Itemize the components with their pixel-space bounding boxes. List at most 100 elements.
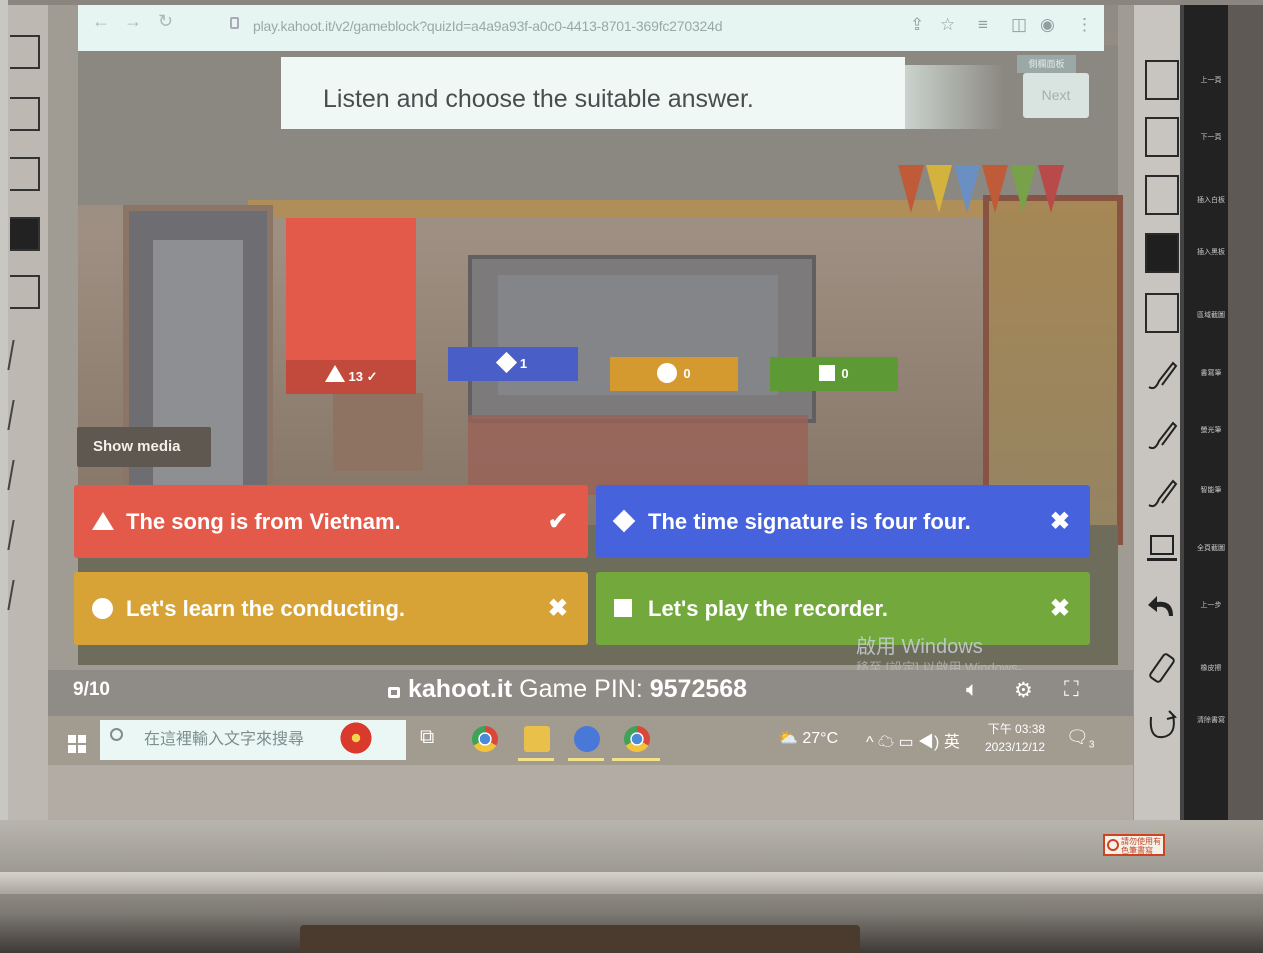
answer-triangle[interactable]: The song is from Vietnam. ✔ [74, 485, 588, 558]
system-tray[interactable]: ^ ☁ ▭ ◀) 英 [866, 728, 960, 752]
wrong-cross-icon: ✖ [547, 595, 568, 622]
triangle-icon [92, 512, 114, 530]
question-title: Listen and choose the suitable answer. [281, 57, 905, 129]
pennant [982, 165, 1008, 213]
activation-watermark: 啟用 Windows [856, 636, 983, 658]
webex-icon[interactable] [574, 726, 600, 752]
clock-time: 下午 03:38 [987, 722, 1046, 736]
answer-square[interactable]: Let's play the recorder. ✖ [596, 572, 1090, 645]
question-glare [905, 65, 1005, 129]
page-icon[interactable] [10, 97, 40, 131]
ime-indicator[interactable]: 英 [944, 734, 960, 751]
black-page-icon[interactable] [10, 217, 40, 251]
game-footer: 9/10 kahoot.it Game PIN: 9572568 🔈︎ ⚙ ⛶ [48, 670, 1133, 716]
answer-diamond[interactable]: The time signature is four four. ✖ [596, 485, 1090, 558]
task-view-icon[interactable]: ⧉ [420, 726, 446, 752]
temperature: 27°C [802, 730, 839, 747]
menu-icon[interactable]: ⋮ [1076, 15, 1093, 35]
insert-whiteboard-icon[interactable] [1145, 175, 1179, 215]
undo-icon[interactable] [7, 580, 25, 610]
question-counter: 9/10 [73, 679, 110, 700]
browser-toolbar: ← → ↻ play.kahoot.it/v2/gameblock?quizId… [78, 5, 1104, 51]
result-bar-triangle [286, 218, 416, 360]
check-icon: ✓ [366, 369, 378, 384]
desk-edge [300, 925, 860, 953]
address-bar[interactable]: play.kahoot.it/v2/gameblock?quizId=a4a9a… [253, 18, 722, 34]
prev-page-icon[interactable] [1145, 60, 1179, 100]
tool-label: 上一步 [1200, 602, 1222, 609]
chrome-icon[interactable] [472, 726, 498, 752]
pen-icon[interactable] [7, 520, 25, 550]
windows-taskbar: 在這裡輸入文字來搜尋 ⧉ ⛅ 27°C ^ ☁ ▭ ◀) 英 下午 03:38 … [48, 716, 1133, 765]
windows-start-icon[interactable] [68, 735, 86, 753]
page-icon[interactable] [10, 35, 40, 69]
blank-page-icon[interactable] [10, 157, 40, 191]
circle-icon [92, 598, 113, 619]
file-explorer-icon[interactable] [524, 726, 550, 752]
game-pin: kahoot.it Game PIN: 9572568 [388, 675, 747, 704]
weather-widget[interactable]: ⛅ 27°C [778, 728, 838, 748]
display-icon[interactable]: ▭ [898, 734, 913, 751]
square-icon [819, 365, 836, 381]
marker-tray [0, 872, 1263, 894]
show-media-button[interactable]: Show media [77, 427, 211, 467]
clock-date: 2023/12/12 [985, 740, 1046, 754]
highlighter-icon[interactable] [1145, 415, 1179, 455]
pin-value: 9572568 [649, 675, 748, 703]
right-toolbar [1133, 5, 1181, 820]
result-label-square: 0 [770, 357, 898, 391]
running-indicator [568, 758, 604, 761]
fullpage-screenshot-icon[interactable] [1145, 530, 1179, 570]
network-icon[interactable]: ☁ [878, 734, 894, 751]
answer-text: Let's learn the conducting. [126, 596, 406, 621]
lock-icon[interactable] [230, 17, 239, 29]
area-screenshot-icon[interactable] [1145, 293, 1179, 333]
shelf [468, 415, 808, 495]
projected-screen: ← → ↻ play.kahoot.it/v2/gameblock?quizId… [48, 5, 1133, 765]
result-label-triangle: 13 ✓ [286, 360, 416, 394]
fullscreen-icon[interactable]: ⛶ [1064, 678, 1079, 702]
screenshot-icon[interactable] [10, 275, 40, 309]
smart-pen-icon[interactable] [1145, 473, 1179, 513]
answer-text: The time signature is four four. [648, 509, 971, 534]
running-indicator [518, 758, 554, 761]
answer-circle[interactable]: Let's learn the conducting. ✖ [74, 572, 588, 645]
insert-blackboard-icon[interactable] [1145, 233, 1179, 273]
share-icon[interactable]: ⇪ [910, 15, 924, 35]
search-highlight-icon [336, 722, 376, 754]
taskbar-clock[interactable]: 下午 03:38 2023/12/12 [985, 720, 1045, 756]
forward-icon[interactable]: → [124, 11, 142, 32]
running-indicator [612, 758, 660, 761]
undo-icon[interactable] [1145, 588, 1179, 628]
pen-icon[interactable] [1145, 355, 1179, 395]
pen-icon[interactable] [7, 340, 25, 370]
volume-icon[interactable]: 🔈︎ [966, 678, 979, 702]
tray-overflow-icon[interactable]: ^ [866, 734, 874, 751]
back-icon[interactable]: ← [92, 11, 110, 32]
eraser-icon[interactable] [1145, 648, 1179, 688]
tool-label: 插入白板 [1197, 197, 1225, 204]
pennant [954, 165, 980, 213]
tool-label: 清除書寫 [1197, 717, 1225, 724]
bookmark-star-icon[interactable]: ☆ [940, 15, 955, 35]
chrome-icon[interactable] [624, 726, 650, 752]
clear-icon[interactable] [1145, 705, 1179, 745]
speaker-icon[interactable]: ◀) [918, 734, 939, 751]
next-page-icon[interactable] [1145, 117, 1179, 157]
tool-label: 插入黑板 [1197, 249, 1225, 256]
room-wall [0, 0, 8, 953]
settings-gear-icon[interactable]: ⚙ [1014, 678, 1033, 703]
notification-icon[interactable]: 🗨︎3 [1066, 727, 1094, 751]
search-icon [110, 728, 123, 741]
pen-icon[interactable] [7, 400, 25, 430]
profile-avatar[interactable]: ◉ [1040, 15, 1055, 35]
weather-icon: ⛅ [778, 730, 798, 747]
result-label-diamond: 1 [448, 347, 578, 381]
side-panel-icon[interactable]: ◫ [1011, 15, 1027, 35]
result-count: 0 [841, 366, 849, 381]
result-count: 13 [348, 369, 363, 384]
reload-icon[interactable]: ↻ [158, 11, 173, 32]
pen-icon[interactable] [7, 460, 25, 490]
next-button[interactable]: Next [1023, 73, 1089, 118]
reading-list-icon[interactable]: ≡ [978, 15, 988, 35]
